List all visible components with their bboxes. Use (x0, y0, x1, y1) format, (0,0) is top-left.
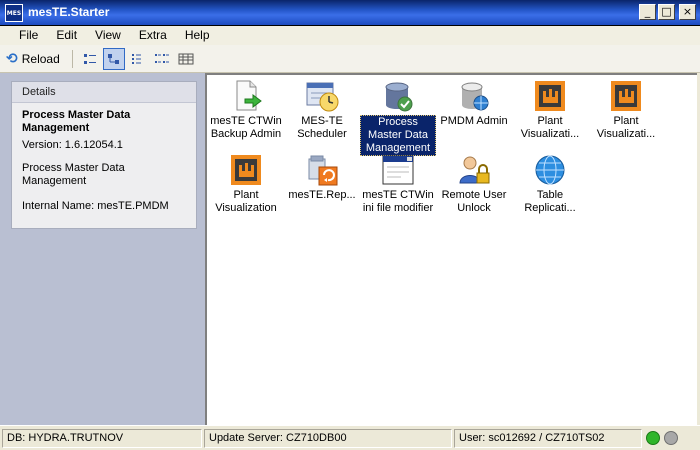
plant-visualization-icon (533, 79, 567, 113)
details-card: Details Process Master Data Management V… (11, 81, 197, 229)
details-description: Process Master Data Management (22, 162, 125, 187)
status-green-led-icon (646, 431, 660, 445)
reload-icon: ⟲ (6, 50, 18, 66)
window-controls: _ □ × (639, 4, 696, 20)
database-globe-icon (457, 79, 491, 113)
small-icons-view-icon (107, 53, 119, 64)
list-view-icon (131, 53, 141, 64)
details-panel: Details Process Master Data Management V… (0, 73, 205, 425)
menu-edit[interactable]: Edit (47, 26, 86, 45)
window-title: mesTE.Starter (28, 5, 110, 19)
app-item-label: Remote User Unlock (441, 189, 507, 214)
details-version: Version: 1.6.12054.1 (22, 139, 123, 151)
app-item-ctwin-ini-modifier[interactable]: mesTE CTWin ini file modifier (360, 153, 436, 215)
recycle-report-icon (305, 153, 339, 187)
globe-icon (533, 153, 567, 187)
view-tiles-button[interactable] (151, 48, 173, 70)
status-bar: DB: HYDRA.TRUTNOV Update Server: CZ710DB… (0, 425, 700, 450)
app-item-process-master-data[interactable]: Process Master Data Management (360, 79, 436, 156)
menu-extra[interactable]: Extra (130, 26, 176, 45)
app-item-plant-visualization-2[interactable]: Plant Visualizati... (588, 79, 664, 141)
app-item-label: mesTE CTWin Backup Admin (210, 115, 282, 140)
reload-label: Reload (21, 51, 60, 66)
app-item-table-replication[interactable]: Table Replicati... (512, 153, 588, 215)
close-button[interactable]: × (679, 4, 696, 20)
toolbar: ⟲ Reload (0, 45, 700, 73)
app-item-plant-visualization-3[interactable]: Plant Visualization (208, 153, 284, 215)
app-item-scheduler[interactable]: MES-TE Scheduler (284, 79, 360, 141)
menu-view[interactable]: View (86, 26, 130, 45)
menu-file[interactable]: File (9, 26, 47, 45)
app-item-pmdm-admin[interactable]: PMDM Admin (436, 79, 512, 128)
status-db: DB: HYDRA.TRUTNOV (2, 428, 202, 448)
app-item-label: MES-TE Scheduler (297, 115, 347, 140)
app-item-remote-user-unlock[interactable]: Remote User Unlock (436, 153, 512, 215)
status-gray-led-icon (664, 431, 678, 445)
status-update-server: Update Server: CZ710DB00 (204, 428, 452, 448)
application-list: mesTE CTWin Backup Admin MES-TE Schedule… (205, 73, 697, 425)
database-check-icon (381, 79, 415, 113)
large-icons-view-icon (83, 53, 96, 64)
window-editor-icon (381, 153, 415, 187)
view-small-icons-button[interactable] (102, 47, 125, 70)
app-item-mesterep[interactable]: mesTE.Rep... (284, 153, 360, 202)
app-item-label: mesTE.Rep... (288, 189, 356, 201)
app-item-label: PMDM Admin (440, 115, 508, 127)
app-item-label: Process Master Data Management (360, 115, 436, 156)
maximize-button[interactable]: □ (658, 4, 675, 20)
app-item-label: Plant Visualization (215, 189, 277, 214)
app-item-ctwin-backup[interactable]: mesTE CTWin Backup Admin (208, 79, 284, 141)
scheduler-clock-icon (305, 79, 339, 113)
view-list-button[interactable] (127, 48, 149, 70)
view-details-button[interactable] (175, 48, 197, 70)
plant-visualization-icon (609, 79, 643, 113)
document-arrow-icon (229, 79, 263, 113)
details-body: Process Master Data Management Version: … (12, 103, 196, 231)
plant-visualization-icon (229, 153, 263, 187)
toolbar-separator (71, 49, 73, 68)
menu-help[interactable]: Help (176, 26, 219, 45)
status-user: User: sc012692 / CZ710TS02 (454, 428, 642, 448)
minimize-button[interactable]: _ (639, 4, 656, 20)
view-large-icons-button[interactable] (79, 48, 101, 70)
details-header: Details (12, 82, 196, 103)
title-bar: MES mesTE.Starter _ □ × (0, 0, 700, 26)
app-logo-icon: MES (5, 4, 23, 22)
details-app-name: Process Master Data Management (22, 109, 131, 134)
details-view-icon (178, 53, 194, 64)
app-item-label: Plant Visualizati... (520, 115, 580, 140)
app-item-label: Table Replicati... (524, 189, 576, 214)
user-lock-icon (457, 153, 491, 187)
app-item-label: mesTE CTWin ini file modifier (362, 189, 434, 214)
app-item-label: Plant Visualizati... (596, 115, 656, 140)
tiles-view-icon (154, 53, 169, 63)
menu-bar: File Edit View Extra Help (0, 26, 700, 45)
details-internal-name: Internal Name: mesTE.PMDM (22, 200, 169, 212)
reload-button[interactable]: ⟲ Reload (4, 48, 66, 70)
app-item-plant-visualization-1[interactable]: Plant Visualizati... (512, 79, 588, 141)
